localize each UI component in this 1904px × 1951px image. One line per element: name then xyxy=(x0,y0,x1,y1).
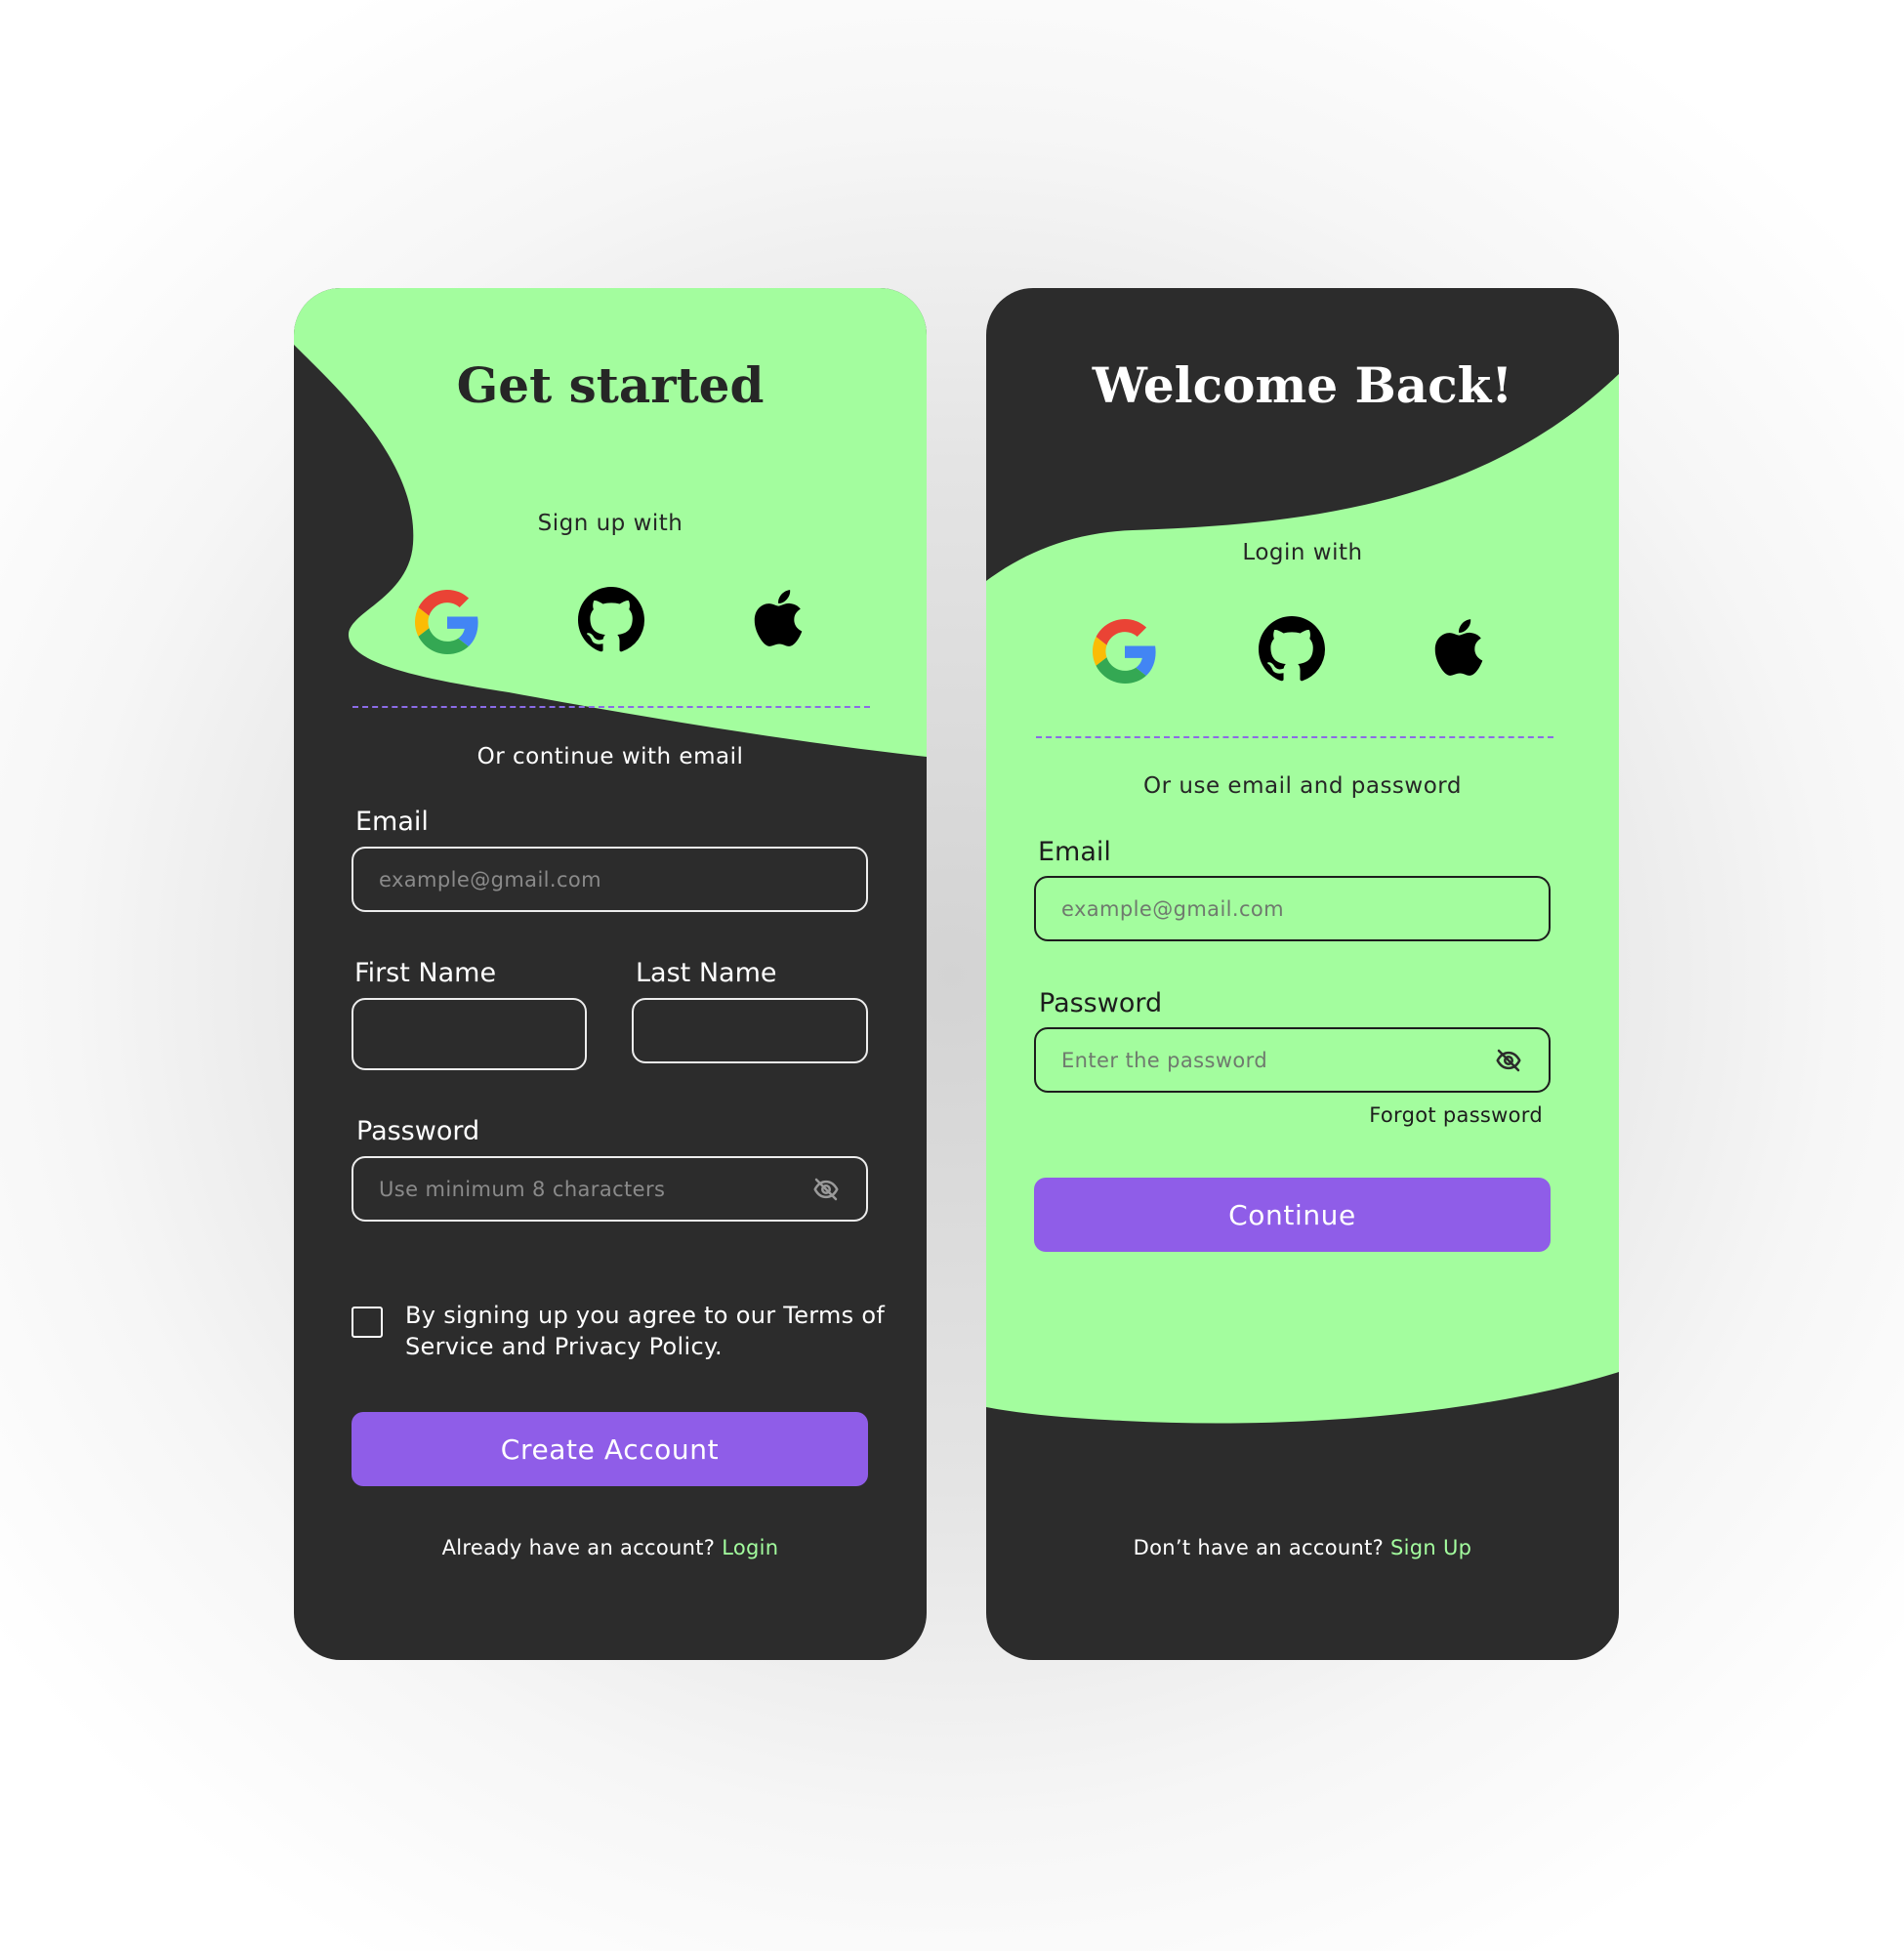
footer: Already have an account? Login xyxy=(294,1536,927,1559)
email-placeholder: example@gmail.com xyxy=(379,867,602,892)
divider-text: Or continue with email xyxy=(476,744,744,769)
forgot-password-link[interactable]: Forgot password xyxy=(1369,1103,1543,1127)
apple-icon[interactable] xyxy=(1432,615,1485,680)
password-label: Password xyxy=(1039,988,1163,1018)
footer: Don’t have an account? Sign Up xyxy=(986,1536,1619,1559)
page-title: Get started xyxy=(456,356,765,414)
last-name-label: Last Name xyxy=(636,958,777,988)
first-name-field[interactable] xyxy=(352,998,587,1070)
footer-text: Already have an account? xyxy=(441,1536,716,1559)
password-field[interactable]: Use minimum 8 characters xyxy=(352,1156,868,1222)
first-name-label: First Name xyxy=(354,958,497,988)
divider-line xyxy=(1036,736,1553,738)
terms-text: By signing up you agree to our Terms of … xyxy=(405,1300,885,1362)
password-placeholder: Enter the password xyxy=(1061,1048,1268,1072)
login-wave-background xyxy=(986,374,1619,1424)
password-field[interactable]: Enter the password xyxy=(1034,1027,1551,1093)
terms-checkbox[interactable] xyxy=(352,1307,383,1338)
signup-card: Get started Sign up with Or continue wit… xyxy=(294,288,927,1660)
github-icon[interactable] xyxy=(1259,616,1325,683)
terms-line-2: Service and Privacy Policy. xyxy=(405,1333,723,1360)
email-label: Email xyxy=(355,807,429,837)
divider-text: Or use email and password xyxy=(1143,773,1462,799)
email-field[interactable]: example@gmail.com xyxy=(352,847,868,912)
divider-line xyxy=(352,706,870,708)
login-card: Welcome Back! Login with Or use email an… xyxy=(986,288,1619,1660)
password-label: Password xyxy=(356,1116,480,1146)
social-label: Login with xyxy=(1242,540,1363,565)
terms-line-1: By signing up you agree to our Terms of xyxy=(405,1302,886,1329)
last-name-field[interactable] xyxy=(632,998,868,1063)
create-account-button[interactable]: Create Account xyxy=(352,1412,868,1486)
email-field[interactable]: example@gmail.com xyxy=(1034,876,1551,941)
github-icon[interactable] xyxy=(578,587,644,653)
eye-off-icon[interactable] xyxy=(811,1175,841,1204)
email-label: Email xyxy=(1038,837,1111,867)
apple-icon[interactable] xyxy=(752,586,805,650)
social-label: Sign up with xyxy=(537,511,683,536)
email-placeholder: example@gmail.com xyxy=(1061,896,1285,921)
google-icon[interactable] xyxy=(415,590,479,654)
continue-button[interactable]: Continue xyxy=(1034,1178,1551,1252)
page-title: Welcome Back! xyxy=(1092,356,1513,414)
google-icon[interactable] xyxy=(1093,619,1157,684)
eye-off-icon[interactable] xyxy=(1494,1046,1523,1075)
login-link[interactable]: Login xyxy=(722,1536,778,1559)
footer-text: Don’t have an account? xyxy=(1133,1536,1385,1559)
password-placeholder: Use minimum 8 characters xyxy=(379,1177,666,1201)
signup-link[interactable]: Sign Up xyxy=(1390,1536,1471,1559)
